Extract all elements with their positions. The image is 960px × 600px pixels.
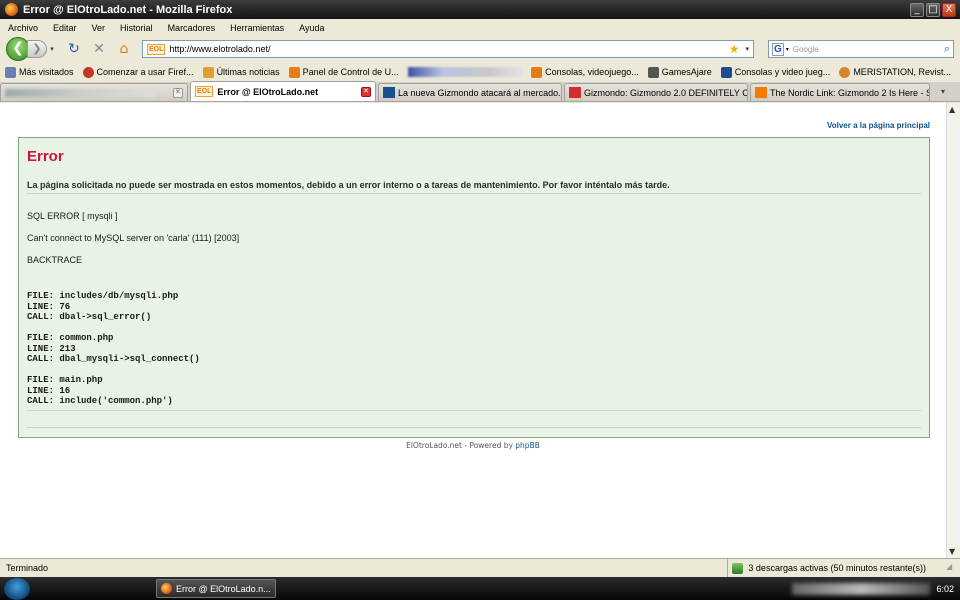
start-button[interactable] [4,577,30,600]
vertical-scrollbar[interactable]: ▲ ▼ [946,103,960,558]
taskbar: Error @ ElOtroLado.n... 6:02 [0,577,960,600]
bookmarks-toolbar: Más visitados Comenzar a usar Firef... Ú… [0,63,960,81]
divider [27,193,921,194]
footer-powered-by: - Powered by [461,441,516,450]
menu-archivo[interactable]: Archivo [4,23,38,33]
taskbar-firefox-window[interactable]: Error @ ElOtroLado.n... [156,579,276,598]
tab-list-dropdown-icon[interactable]: ▾ [936,85,950,99]
trace-block-3: FILE: main.php LINE: 16 CALL: include('c… [27,375,173,406]
google-engine-icon[interactable]: G [772,42,784,56]
vc-icon [720,66,732,78]
tab-gizmondo-mercado[interactable]: La nueva Gizmondo atacará al mercado... … [378,83,562,101]
home-icon[interactable]: ⌂ [113,39,135,59]
search-input[interactable]: Google [793,45,944,54]
forward-button[interactable]: ❯ [27,40,47,58]
page-content: Volver a la página principal Error La pá… [0,103,946,558]
menu-ver[interactable]: Ver [88,23,106,33]
eol-icon [288,66,300,78]
status-bar: Terminado 3 descargas activas (50 minuto… [0,558,960,577]
bookmark-panel-control[interactable]: Panel de Control de U... [288,66,399,78]
close-button[interactable]: X [942,2,956,17]
title-bar: Error @ ElOtroLado.net - Mozilla Firefox… [0,0,960,19]
scroll-up-icon[interactable]: ▲ [949,105,955,114]
eol-icon [531,66,543,78]
sql-error-label: SQL ERROR [ mysqli ] [27,211,118,221]
eol-icon: EOL [195,86,214,97]
menu-marcadores[interactable]: Marcadores [164,23,216,33]
back-to-home-link[interactable]: Volver a la página principal [827,121,930,130]
star-folder-icon [5,66,16,78]
divider [27,427,921,428]
window-title: Error @ ElOtroLado.net - Mozilla Firefox [23,3,233,16]
cube-icon [647,66,659,78]
trace-block-2: FILE: common.php LINE: 213 CALL: dbal_my… [27,333,200,364]
phpbb-link[interactable]: phpBB [515,441,540,450]
footer-site-name: ElOtroLado.net [406,441,462,450]
tab-gizmondo-20[interactable]: Gizmondo: Gizmondo 2.0 DEFINITELY O... [564,83,748,101]
blurred-tab-title [5,88,155,97]
tab-error-eol[interactable]: EOL Error @ ElOtroLado.net ✕ [190,81,376,101]
tab-blurred[interactable]: ✕ [0,83,188,101]
minimize-button[interactable]: _ [910,2,924,17]
clock[interactable]: 6:02 [936,584,954,594]
system-tray: 6:02 [792,577,960,600]
history-dropdown-icon[interactable]: ▾ [47,45,57,53]
connect-error-text: Can't connect to MySQL server on 'carla'… [27,233,240,243]
bookmark-gamesajare[interactable]: GamesAjare [647,66,712,78]
menu-bar: Archivo Editar Ver Historial Marcadores … [0,19,960,36]
reload-icon[interactable]: ↻ [63,39,85,59]
engine-dropdown-icon[interactable]: ▾ [786,46,789,53]
maximize-button[interactable]: □ [926,2,940,17]
status-text: Terminado [6,563,49,573]
menu-ayuda[interactable]: Ayuda [295,23,324,33]
vc-icon [383,87,395,98]
tab-nordic-link[interactable]: The Nordic Link: Gizmondo 2 Is Here - S.… [750,83,930,101]
tab-close-icon[interactable]: ✕ [361,86,371,97]
divider [27,410,921,411]
bookmark-mas-visitados[interactable]: Más visitados [5,66,74,78]
url-bar[interactable]: EOL http://www.elotrolado.net/ ★ ▾ [142,40,754,58]
firefox-icon [5,3,18,16]
error-message: La página solicitada no puede ser mostra… [27,180,670,190]
trace-block-1: FILE: includes/db/mysqli.php LINE: 76 CA… [27,291,179,322]
blurred-tray-icons[interactable] [792,582,931,595]
bookmark-comenzar[interactable]: Comenzar a usar Firef... [82,66,194,78]
search-icon[interactable]: ⌕ [944,42,950,56]
menu-editar[interactable]: Editar [49,23,77,33]
stop-icon[interactable]: ✕ [88,39,110,59]
url-dropdown-icon[interactable]: ▾ [745,45,749,53]
bookmark-ultimas-noticias[interactable]: Últimas noticias [202,66,280,78]
downloads-status[interactable]: 3 descargas activas (50 minutos restante… [727,559,946,577]
download-icon [732,562,744,574]
scroll-down-icon[interactable]: ▼ [949,547,955,556]
backtrace-label: BACKTRACE [27,255,83,265]
error-title: Error [27,148,64,165]
firefox-icon [161,583,172,594]
meristation-icon [839,66,851,78]
bookmark-meristation[interactable]: MERISTATION, Revist... [839,66,951,78]
menu-historial[interactable]: Historial [116,23,153,33]
resize-grip-icon[interactable]: ◢ [946,562,958,574]
downloads-text: 3 descargas activas (50 minutos restante… [748,563,926,573]
blurred-bookmark[interactable] [407,67,524,77]
rss-folder-icon [202,66,214,78]
tab-strip: ✕ EOL Error @ ElOtroLado.net ✕ La nueva … [0,81,960,102]
search-box[interactable]: G ▾ Google ⌕ [768,40,954,58]
bookmark-consolas-videojuego[interactable]: Consolas, videojuego... [531,66,639,78]
bookmark-star-icon[interactable]: ★ [729,42,740,56]
gizmodo-icon [569,87,581,98]
menu-herramientas[interactable]: Herramientas [226,23,284,33]
site-favicon: EOL [147,43,166,55]
blogger-icon [755,87,767,98]
firefox-help-icon [82,66,94,78]
url-input[interactable]: http://www.elotrolado.net/ [169,44,728,54]
bookmark-consolas-video-jueg[interactable]: Consolas y video jueg... [720,66,830,78]
error-panel: Error La página solicitada no puede ser … [18,137,930,438]
page-footer: ElOtroLado.net - Powered by phpBB [0,441,946,450]
navigation-toolbar: ❮ ❯ ▾ ↻ ✕ ⌂ EOL http://www.elotrolado.ne… [0,36,960,62]
tab-close-icon[interactable]: ✕ [173,87,183,98]
